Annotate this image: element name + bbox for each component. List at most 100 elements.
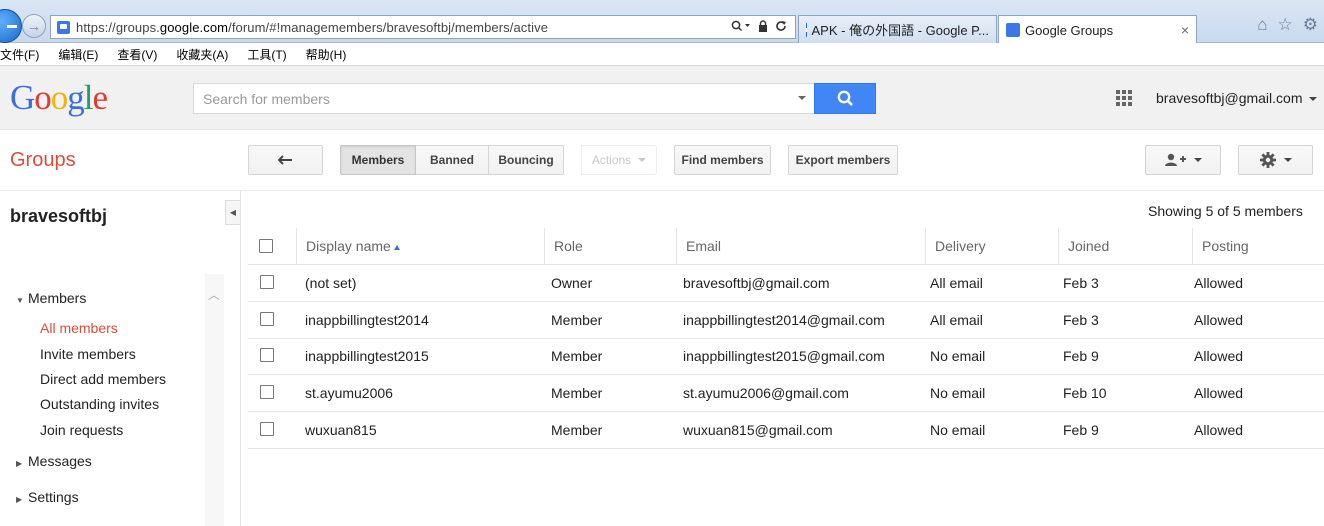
back-arrow-icon [277, 155, 292, 165]
find-members-button[interactable]: Find members [674, 145, 771, 175]
settings-dropdown[interactable] [1238, 145, 1313, 175]
chevron-up-icon[interactable]: ︿ [207, 288, 221, 302]
search-button[interactable] [814, 83, 876, 114]
account-menu[interactable]: bravesoftbj@gmail.com [1156, 90, 1317, 106]
sidebar-scrollbar[interactable] [205, 274, 224, 526]
header-posting[interactable]: Posting [1192, 228, 1324, 264]
browser-tab-apk[interactable]: APK - 俺の外国語 - Google P... [798, 15, 997, 43]
address-icons [731, 19, 795, 35]
member-delivery: All email [930, 312, 983, 328]
tab-members[interactable]: Members [340, 145, 416, 175]
nav-section-label: Members [28, 290, 87, 306]
account-caret-icon [1308, 97, 1317, 102]
search-dropdown-icon[interactable] [731, 20, 751, 35]
nav-section-members[interactable]: ▼ Members [16, 290, 86, 306]
sidebar-item-all-members[interactable]: All members [40, 320, 118, 336]
member-role: Owner [551, 275, 593, 291]
address-url: https://groups.google.com/forum/#!manage… [76, 19, 549, 35]
actions-dropdown[interactable]: Actions [581, 145, 657, 175]
sidebar-item-direct-add-members[interactable]: Direct add members [40, 371, 166, 387]
collapse-sidebar-icon[interactable]: ◀ [225, 200, 240, 225]
member-email: inappbillingtest2015@gmail.com [683, 348, 885, 364]
table-row[interactable]: wuxuan815 Member wuxuan815@gmail.com No … [248, 412, 1324, 449]
refresh-icon[interactable] [775, 20, 787, 35]
member-joined: Feb 3 [1063, 275, 1099, 291]
table-row[interactable]: (not set) Owner bravesoftbj@gmail.com Al… [248, 265, 1324, 302]
menu-view[interactable]: 查看(V) [117, 46, 157, 63]
forward-arrow-icon[interactable]: → [22, 14, 46, 38]
groups-app-title[interactable]: Groups [10, 149, 76, 172]
nav-section-settings[interactable]: ▶ Settings [16, 489, 79, 505]
row-checkbox[interactable] [260, 312, 274, 326]
add-member-dropdown[interactable] [1145, 145, 1221, 175]
member-display-name[interactable]: (not set) [305, 265, 356, 301]
menu-tools[interactable]: 工具(T) [247, 46, 286, 63]
chevron-down-icon [1193, 158, 1202, 162]
address-bar[interactable]: https://groups.google.com/forum/#!manage… [50, 15, 796, 39]
member-display-name[interactable]: inappbillingtest2015 [305, 338, 429, 374]
row-checkbox[interactable] [260, 385, 274, 399]
tools-gear-icon[interactable]: ⚙ [1303, 15, 1318, 35]
member-email: bravesoftbj@gmail.com [683, 275, 830, 291]
back-button[interactable] [248, 145, 323, 175]
select-all-checkbox[interactable] [259, 239, 273, 253]
member-display-name[interactable]: st.ayumu2006 [305, 375, 393, 411]
member-joined: Feb 10 [1063, 385, 1107, 401]
menu-favorites[interactable]: 收藏夹(A) [176, 46, 228, 63]
member-delivery: No email [930, 348, 986, 364]
header-display-name[interactable]: Display name [296, 228, 544, 264]
header-delivery[interactable]: Delivery [925, 228, 1058, 264]
member-delivery: No email [930, 422, 986, 438]
header-select-cell [248, 228, 296, 264]
table-row[interactable]: inappbillingtest2015 Member inappbilling… [248, 338, 1324, 375]
sidebar-divider [240, 191, 241, 526]
tab-banned[interactable]: Banned [416, 145, 489, 175]
tab-label: Google Groups [1025, 22, 1114, 38]
close-tab-icon[interactable]: × [1167, 22, 1189, 38]
chevron-down-icon [638, 158, 647, 162]
member-display-name[interactable]: wuxuan815 [305, 412, 377, 448]
table-header: Display name Role Email Delivery Joined … [248, 228, 1324, 265]
group-name[interactable]: bravesoftbj [10, 206, 107, 227]
member-role: Member [551, 348, 603, 364]
table-row[interactable]: st.ayumu2006 Member st.ayumu2006@gmail.c… [248, 375, 1324, 412]
member-posting: Allowed [1194, 422, 1244, 438]
export-members-button[interactable]: Export members [788, 145, 898, 175]
member-joined: Feb 3 [1063, 312, 1099, 328]
member-posting: Allowed [1194, 385, 1244, 401]
sidebar-item-invite-members[interactable]: Invite members [40, 346, 136, 362]
member-joined: Feb 9 [1063, 348, 1099, 364]
browser-right-icons: ⌂ ☆ ⚙ [1257, 15, 1318, 35]
members-count: Showing 5 of 5 members [1148, 203, 1303, 219]
search-options-caret-icon[interactable] [798, 96, 806, 100]
header-joined[interactable]: Joined [1058, 228, 1192, 264]
row-checkbox[interactable] [260, 422, 274, 436]
browser-tab-google-groups[interactable]: Google Groups × [998, 15, 1197, 44]
member-posting: Allowed [1194, 275, 1244, 291]
lock-icon[interactable] [758, 19, 768, 35]
site-favicon-icon [57, 20, 70, 34]
header-email[interactable]: Email [676, 228, 925, 264]
member-delivery: No email [930, 385, 986, 401]
table-row[interactable]: inappbillingtest2014 Member inappbilling… [248, 302, 1324, 339]
apps-grid-icon[interactable] [1116, 90, 1132, 106]
home-icon[interactable]: ⌂ [1257, 15, 1267, 35]
row-checkbox[interactable] [260, 348, 274, 362]
menu-file[interactable]: 文件(F) [0, 46, 39, 63]
tab-label: APK - 俺の外国語 - Google P... [811, 23, 989, 38]
member-display-name[interactable]: inappbillingtest2014 [305, 302, 429, 338]
favorites-star-icon[interactable]: ☆ [1278, 15, 1293, 35]
sort-ascending-icon [393, 244, 400, 250]
search-input[interactable] [194, 84, 814, 113]
row-checkbox[interactable] [260, 275, 274, 289]
header-role[interactable]: Role [544, 228, 676, 264]
sidebar-item-outstanding-invites[interactable]: Outstanding invites [40, 396, 159, 412]
nav-section-messages[interactable]: ▶ Messages [16, 453, 92, 469]
sidebar-item-join-requests[interactable]: Join requests [40, 422, 123, 438]
back-arrow-icon[interactable] [0, 9, 22, 43]
google-logo[interactable]: Google [10, 80, 108, 116]
nav-section-label: Messages [28, 453, 92, 469]
tab-bouncing[interactable]: Bouncing [489, 145, 564, 175]
menu-help[interactable]: 帮助(H) [306, 46, 347, 63]
menu-edit[interactable]: 编辑(E) [58, 46, 98, 63]
